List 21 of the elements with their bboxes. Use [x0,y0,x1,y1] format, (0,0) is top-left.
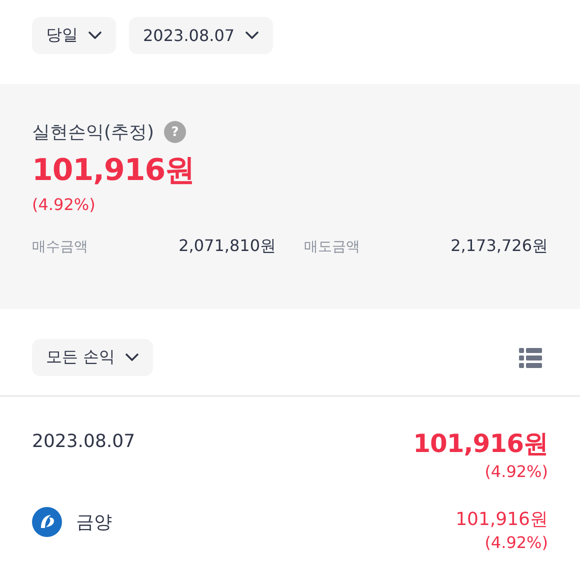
chevron-icon [88,31,102,40]
stat-label: 매수금액 [32,238,88,256]
stat-label: 매도금액 [304,238,360,256]
stock-profit-amount: 101,916원 [456,508,548,531]
day-profit-rate: (4.92%) [484,462,548,481]
date-dropdown[interactable]: 2023.08.07 [129,17,273,54]
stock-logo-icon [32,507,62,537]
profit-rate: (4.92%) [32,195,96,214]
period-dropdown[interactable]: 당일 [32,17,116,54]
profit-amount: 101,916원 [32,152,196,190]
profit-filter-dropdown[interactable]: 모든 손익 [32,339,154,376]
chevron-icon [125,353,140,362]
stock-name[interactable]: 금양 [76,510,112,534]
section-title: 실현손익(추정) [32,121,154,144]
stat-value: 2,173,726원 [450,236,548,257]
day-profit-amount: 101,916원 [413,428,548,460]
stat-value: 2,071,810원 [178,236,276,257]
stock-profit-rate: (4.92%) [484,533,548,552]
date-label: 2023.08.07 [32,431,136,452]
list-view-icon[interactable] [519,346,542,368]
chevron-icon [244,31,259,40]
